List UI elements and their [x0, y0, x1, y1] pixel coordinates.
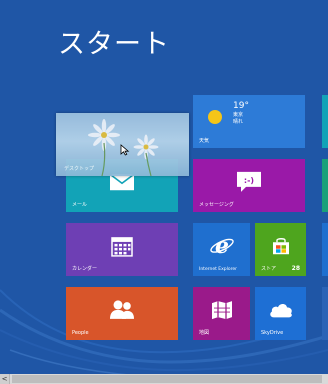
tile-people-label: People [72, 330, 89, 336]
tile-people[interactable]: People [66, 287, 178, 340]
mouse-pointer-icon [120, 141, 130, 156]
scroll-thumb[interactable] [12, 375, 322, 383]
tile-weather[interactable]: 19° 東京 晴れ 天気 [193, 95, 305, 148]
map-icon [211, 300, 233, 324]
svg-text::-): :-) [244, 175, 254, 184]
start-screen: スタート メール カレンダー People 19° 東京 晴れ 天気:-) メ… [0, 0, 328, 384]
tile-skydrive[interactable]: SkyDrive [255, 287, 306, 340]
sun-icon [205, 107, 225, 131]
tile-partial-2[interactable] [322, 159, 328, 212]
svg-text:e: e [215, 233, 229, 257]
tile-mail-label: メール [72, 202, 88, 208]
scroll-left-button[interactable]: < [0, 374, 10, 384]
cloud-icon [268, 302, 294, 322]
weather-city: 東京 [233, 112, 244, 118]
calendar-grid-icon [111, 234, 133, 260]
tile-calendar-label: カレンダー [72, 266, 98, 272]
tile-store-label: ストア [261, 266, 277, 272]
tile-internet-explorer[interactable]: e Internet Explorer [193, 223, 250, 276]
store-bag-icon [272, 237, 290, 259]
horizontal-scrollbar[interactable]: < [0, 374, 328, 384]
tile-messaging-label: メッセージング [199, 202, 234, 208]
tile-skydrive-label: SkyDrive [261, 330, 284, 336]
chat-bubble-smiley-icon: :-) [236, 170, 262, 196]
tile-partial-4[interactable] [322, 287, 328, 340]
tile-desktop-label: デスクトップ [64, 166, 95, 172]
store-badge: 28 [291, 265, 300, 272]
weather-condition: 晴れ [233, 119, 244, 125]
tile-messaging[interactable]: :-) メッセージング [193, 159, 305, 212]
tile-ie-label: Internet Explorer [199, 267, 238, 272]
tile-maps-label: 地図 [199, 330, 210, 336]
weather-temperature: 19° [233, 101, 249, 111]
tile-weather-label: 天気 [199, 138, 210, 144]
tile-partial-1[interactable] [322, 95, 328, 148]
tile-maps[interactable]: 地図 [193, 287, 250, 340]
ie-logo-icon: e [209, 232, 234, 261]
envelope-icon [109, 173, 135, 195]
start-title: スタート [58, 29, 170, 60]
tile-calendar[interactable]: カレンダー [66, 223, 178, 276]
tile-store[interactable]: ストア 28 [255, 223, 306, 276]
tile-partial-3[interactable] [322, 223, 328, 276]
people-icon [108, 298, 136, 324]
